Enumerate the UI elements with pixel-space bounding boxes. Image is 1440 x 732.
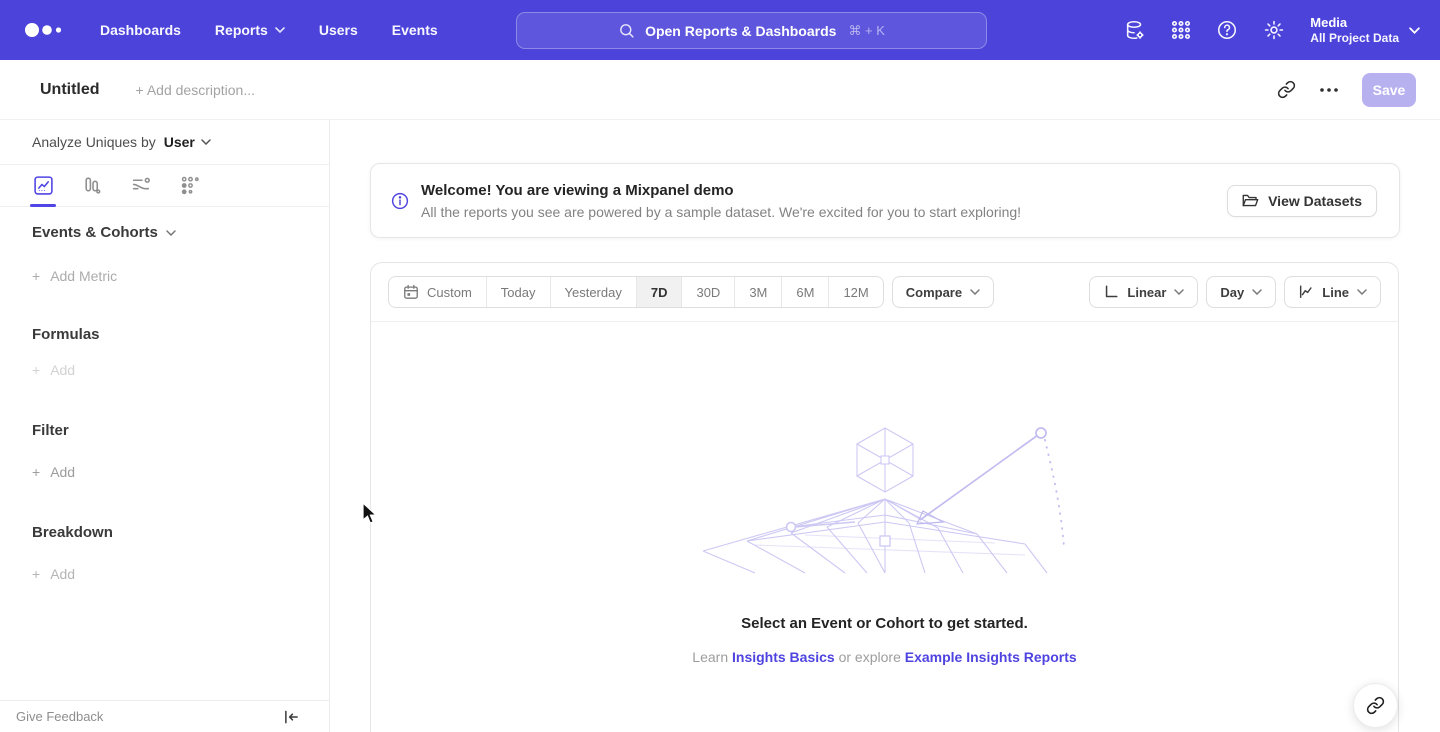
collapse-sidebar-icon[interactable] [284, 710, 299, 724]
add-breakdown-button[interactable]: + Add [32, 566, 75, 582]
nav-events[interactable]: Events [392, 22, 438, 38]
range-today[interactable]: Today [487, 277, 551, 307]
settings-gear-icon[interactable] [1263, 19, 1285, 41]
demo-welcome-banner: Welcome! You are viewing a Mixpanel demo… [370, 163, 1400, 238]
chevron-down-icon [970, 289, 980, 295]
share-link-fab[interactable] [1353, 683, 1398, 728]
project-scope: All Project Data [1310, 31, 1399, 46]
report-panel: Custom Today Yesterday 7D 30D 3M 6M 12M … [370, 262, 1399, 732]
project-selector[interactable]: Media All Project Data [1310, 15, 1420, 46]
chart-type-dropdown[interactable]: Line [1284, 276, 1381, 308]
chevron-down-icon [201, 139, 211, 145]
range-yesterday[interactable]: Yesterday [551, 277, 637, 307]
range-30d[interactable]: 30D [682, 277, 735, 307]
plus-icon: + [32, 268, 40, 284]
search-shortcut: ⌘ + K [848, 23, 885, 39]
tab-flows[interactable] [128, 165, 154, 206]
tab-retention[interactable] [177, 165, 203, 206]
chart-toolbar: Custom Today Yesterday 7D 30D 3M 6M 12M … [371, 263, 1398, 322]
scale-dropdown[interactable]: Linear [1089, 276, 1198, 308]
banner-subtitle: All the reports you see are powered by a… [421, 204, 1021, 220]
view-datasets-button[interactable]: View Datasets [1227, 185, 1377, 217]
bar-chart-icon [82, 175, 103, 196]
tab-insights[interactable] [30, 165, 56, 206]
plus-icon: + [32, 362, 40, 378]
main-content: Welcome! You are viewing a Mixpanel demo… [330, 120, 1440, 732]
chevron-down-icon [1357, 289, 1367, 295]
date-range-control: Custom Today Yesterday 7D 30D 3M 6M 12M [388, 276, 884, 308]
query-builder-sidebar: Analyze Uniques by User [0, 120, 330, 732]
chevron-down-icon [166, 230, 176, 236]
plus-icon: + [32, 464, 40, 480]
range-3m[interactable]: 3M [735, 277, 782, 307]
empty-state-title: Select an Event or Cohort to get started… [371, 615, 1398, 632]
add-filter-button[interactable]: + Add [32, 464, 75, 480]
line-chart-type-icon [1298, 284, 1314, 300]
line-chart-icon [33, 175, 54, 196]
tab-bar-chart[interactable] [79, 165, 105, 206]
analyze-uniques-row: Analyze Uniques by User [0, 120, 329, 165]
banner-title: Welcome! You are viewing a Mixpanel demo [421, 182, 1021, 199]
nav-reports[interactable]: Reports [215, 22, 285, 38]
search-icon [618, 22, 635, 39]
chevron-down-icon [275, 27, 285, 33]
copy-link-icon[interactable] [1277, 80, 1296, 99]
apps-grid-icon[interactable] [1171, 20, 1191, 40]
range-7d[interactable]: 7D [637, 277, 683, 307]
analyze-label: Analyze Uniques by [32, 134, 156, 150]
report-header: Untitled + Add description... Save [0, 60, 1440, 120]
sidebar-footer: Give Feedback [0, 700, 329, 732]
link-icon [1366, 696, 1385, 715]
primary-nav: Dashboards Reports Users Events [100, 22, 438, 38]
calendar-icon [403, 284, 419, 300]
search-placeholder: Open Reports & Dashboards [645, 23, 836, 39]
example-insights-reports-link[interactable]: Example Insights Reports [905, 649, 1077, 665]
empty-state-links: Learn Insights Basics or explore Example… [371, 649, 1398, 665]
insights-basics-link[interactable]: Insights Basics [732, 649, 835, 665]
give-feedback-link[interactable]: Give Feedback [16, 709, 103, 724]
add-description-field[interactable]: + Add description... [136, 82, 255, 98]
project-name: Media [1310, 15, 1399, 31]
breakdown-section-title: Breakdown [32, 524, 113, 541]
analyze-by-dropdown[interactable]: User [164, 134, 211, 150]
formulas-section-title: Formulas [32, 326, 100, 343]
folder-icon [1242, 193, 1259, 208]
flows-icon [131, 175, 152, 196]
range-12m[interactable]: 12M [829, 277, 882, 307]
chevron-down-icon [1409, 27, 1420, 34]
retention-grid-icon [180, 175, 201, 196]
linear-axis-icon [1103, 284, 1119, 300]
events-cohorts-section-title[interactable]: Events & Cohorts [32, 224, 176, 241]
save-button[interactable]: Save [1362, 73, 1416, 107]
global-search-input[interactable]: Open Reports & Dashboards ⌘ + K [516, 12, 987, 49]
compare-dropdown[interactable]: Compare [892, 276, 994, 308]
report-title[interactable]: Untitled [40, 81, 100, 99]
filter-section-title: Filter [32, 422, 69, 439]
add-metric-button[interactable]: + Add Metric [32, 268, 117, 284]
help-icon[interactable] [1216, 19, 1238, 41]
data-management-icon[interactable] [1124, 19, 1146, 41]
nav-users[interactable]: Users [319, 22, 358, 38]
mixpanel-logo-icon[interactable] [24, 22, 66, 38]
range-custom[interactable]: Custom [389, 277, 487, 307]
info-icon [391, 192, 409, 210]
plus-icon: + [32, 566, 40, 582]
range-6m[interactable]: 6M [782, 277, 829, 307]
top-nav: Dashboards Reports Users Events Open Rep… [0, 0, 1440, 60]
chevron-down-icon [1252, 289, 1262, 295]
visualization-tabs [0, 165, 329, 207]
nav-dashboards[interactable]: Dashboards [100, 22, 181, 38]
interval-dropdown[interactable]: Day [1206, 276, 1276, 308]
add-formula-button[interactable]: + Add [32, 362, 75, 378]
more-options-icon[interactable] [1320, 88, 1338, 92]
empty-state-illustration [695, 423, 1075, 575]
chevron-down-icon [1174, 289, 1184, 295]
